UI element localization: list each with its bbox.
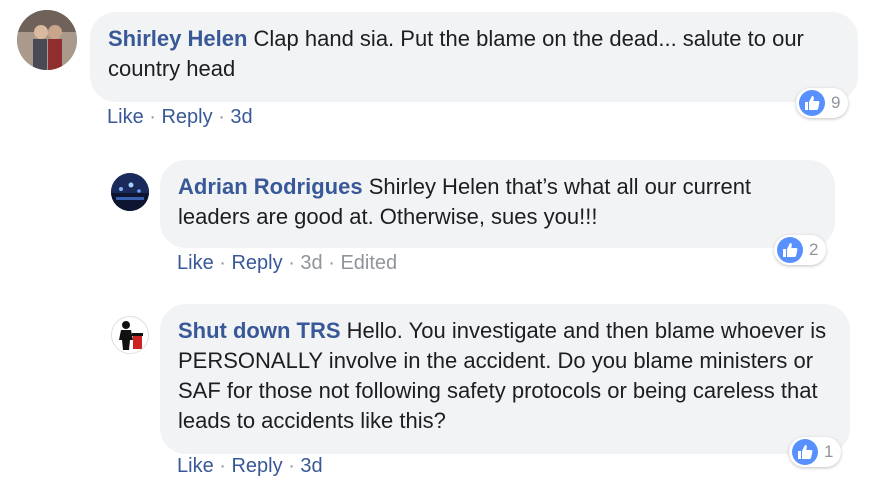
avatar-photo	[111, 173, 149, 211]
reaction-count-badge[interactable]: 9	[796, 88, 849, 118]
reaction-count-badge[interactable]: 1	[789, 437, 842, 467]
comment-timestamp[interactable]: 3d	[300, 455, 322, 477]
like-icon	[792, 439, 818, 465]
reaction-count: 1	[824, 442, 834, 461]
reaction-count: 9	[831, 93, 841, 112]
avatar[interactable]	[111, 173, 149, 211]
comment-actions: Like · Reply · 3d · Edited	[177, 252, 398, 274]
like-icon	[777, 237, 803, 263]
comment-actions: Like · Reply · 3d	[177, 455, 323, 477]
comment-bubble: Shirley Helen Clap hand sia. Put the bla…	[90, 12, 858, 102]
comment-actions: Like · Reply · 3d	[107, 106, 253, 128]
reply-link[interactable]: Reply	[231, 455, 282, 477]
comment-author[interactable]: Adrian Rodrigues	[178, 174, 363, 199]
reaction-count: 2	[809, 240, 819, 259]
avatar[interactable]	[111, 316, 149, 354]
like-link[interactable]: Like	[107, 106, 144, 128]
like-link[interactable]: Like	[177, 252, 214, 274]
comment-timestamp[interactable]: 3d	[300, 252, 322, 274]
comment-author[interactable]: Shut down TRS	[178, 318, 341, 343]
avatar[interactable]	[17, 10, 77, 70]
avatar-photo	[17, 10, 77, 70]
comment-bubble: Adrian Rodrigues Shirley Helen that’s wh…	[160, 160, 835, 248]
comment-timestamp[interactable]: 3d	[230, 106, 252, 128]
reply-link[interactable]: Reply	[161, 106, 212, 128]
avatar-photo	[112, 317, 148, 353]
comment-author[interactable]: Shirley Helen	[108, 26, 247, 51]
like-link[interactable]: Like	[177, 455, 214, 477]
reaction-count-badge[interactable]: 2	[774, 235, 827, 265]
comment-bubble: Shut down TRS Hello. You investigate and…	[160, 304, 850, 454]
edited-label[interactable]: Edited	[340, 252, 397, 274]
reply-link[interactable]: Reply	[231, 252, 282, 274]
like-icon	[799, 90, 825, 116]
